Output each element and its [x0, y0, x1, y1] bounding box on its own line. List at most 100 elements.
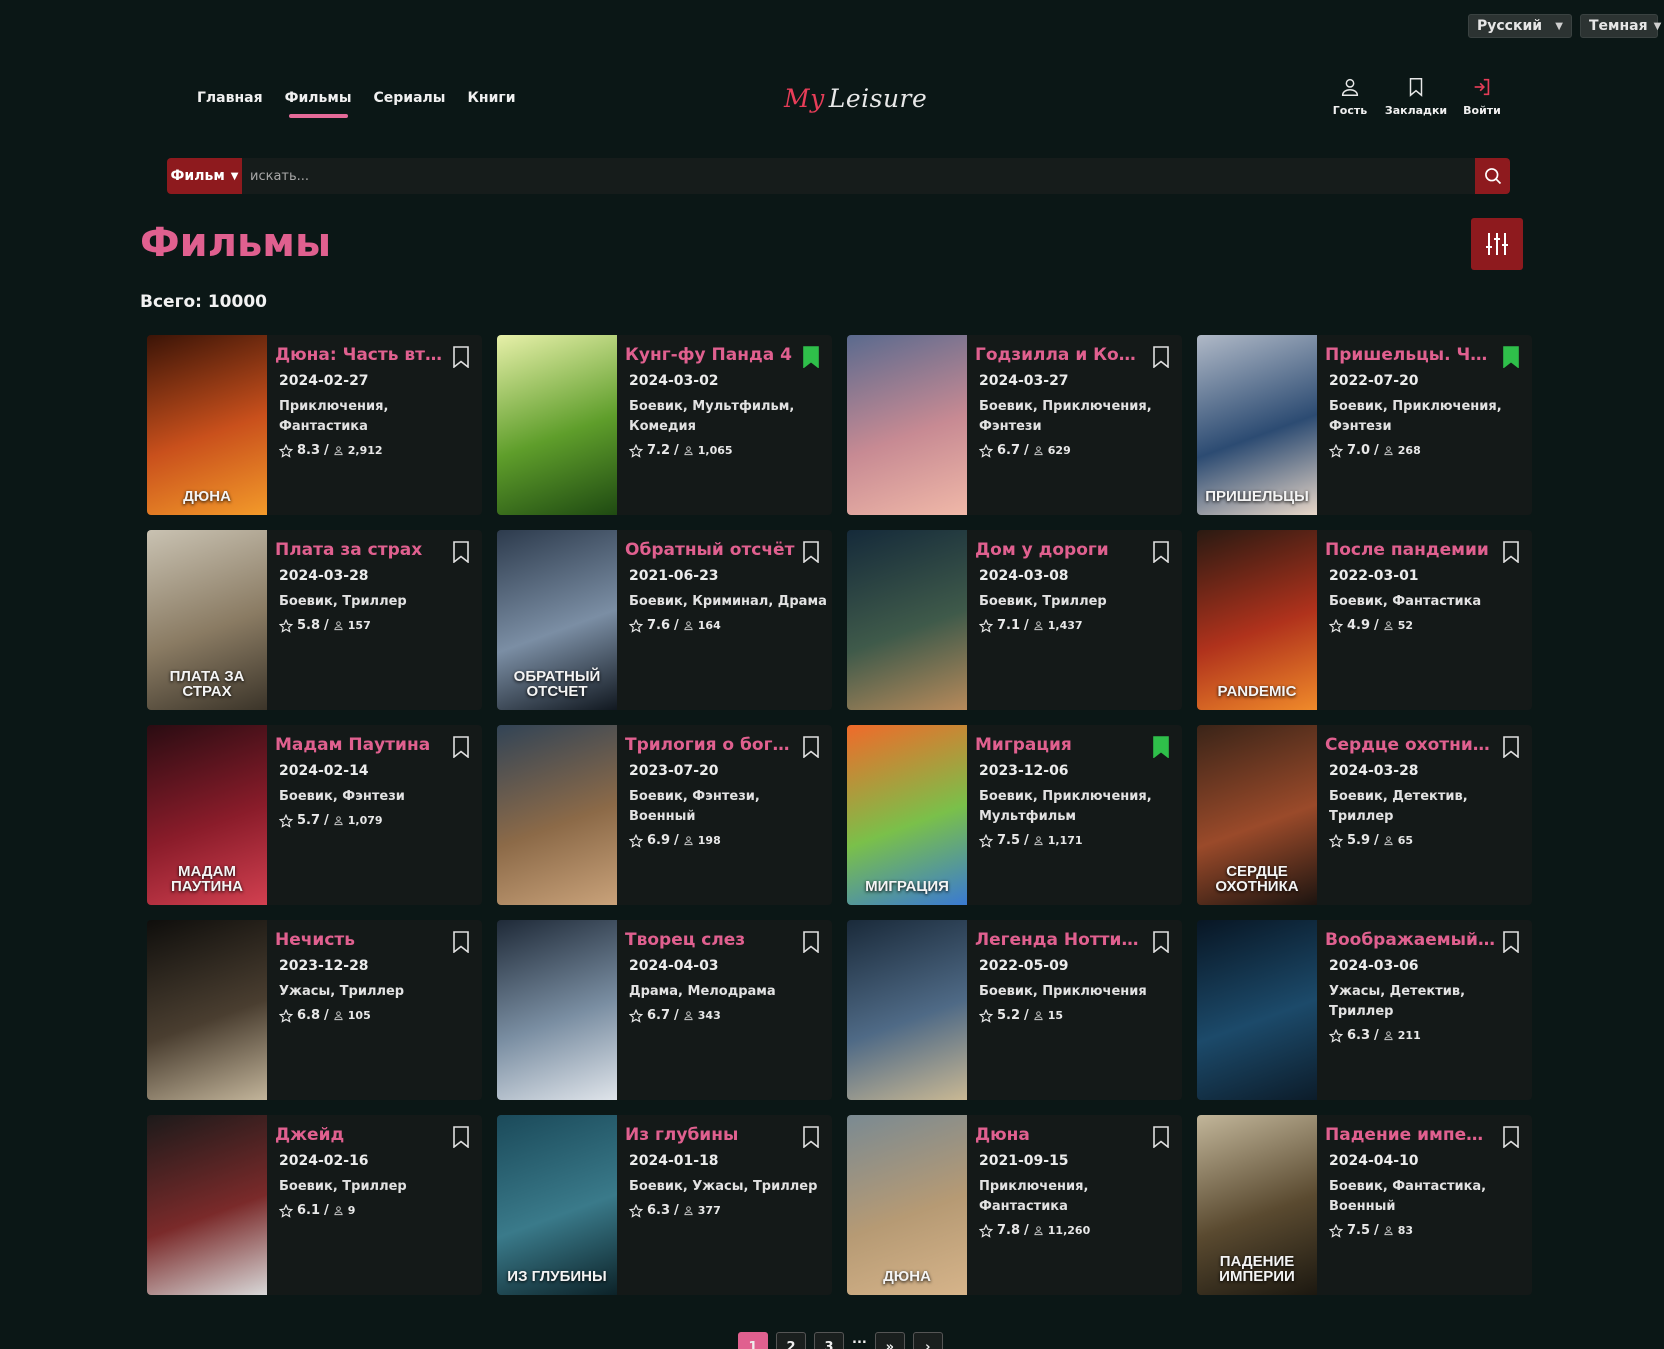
movie-title[interactable]: Пришельцы. Ча...: [1325, 345, 1495, 365]
bookmark-icon[interactable]: [1502, 541, 1520, 563]
movie-poster[interactable]: ПЛАТА ЗА СТРАХ: [147, 530, 267, 710]
movie-poster[interactable]: ПРИШЕЛЬЦЫ: [1197, 335, 1317, 515]
movie-poster[interactable]: [847, 920, 967, 1100]
movie-card[interactable]: Творец слез 2024-04-03 Драма, Мелодрама 6.7…: [497, 920, 832, 1100]
bookmark-icon[interactable]: [452, 736, 470, 758]
movie-title[interactable]: Легенда Ноттин...: [975, 930, 1145, 950]
movie-poster[interactable]: [497, 725, 617, 905]
movie-card[interactable]: Воображаемый ... 2024-03-06 Ужасы, Детекти…: [1197, 920, 1532, 1100]
movie-card[interactable]: СЕРДЦЕ ОХОТНИКА Сердце охотника 2024-03-28…: [1197, 725, 1532, 905]
movie-title[interactable]: Обратный отсчёт: [625, 540, 795, 560]
nav-books[interactable]: Книги: [467, 90, 515, 118]
movie-title[interactable]: Сердце охотника: [1325, 735, 1495, 755]
movie-poster[interactable]: [497, 335, 617, 515]
movie-card[interactable]: ПРИШЕЛЬЦЫ Пришельцы. Ча... 2022-07-20 Боеви…: [1197, 335, 1532, 515]
bookmark-icon[interactable]: [452, 931, 470, 953]
movie-card[interactable]: Трилогия о бога... 2023-07-20 Боевик, Фэнт…: [497, 725, 832, 905]
bookmark-icon[interactable]: [1502, 1126, 1520, 1148]
movie-poster[interactable]: [847, 530, 967, 710]
movie-info: Обратный отсчёт 2021-06-23 Боевик, Кримина…: [617, 530, 832, 710]
bookmark-icon[interactable]: [802, 1126, 820, 1148]
movie-title[interactable]: Годзилла и Конг...: [975, 345, 1145, 365]
bookmark-icon[interactable]: [1152, 541, 1170, 563]
movie-card[interactable]: ОБРАТНЫЙ ОТСЧЕТ Обратный отсчёт 2021-06-23…: [497, 530, 832, 710]
bookmark-icon[interactable]: [452, 346, 470, 368]
login-button[interactable]: Войти: [1460, 76, 1504, 117]
movie-poster[interactable]: ИЗ ГЛУБИНЫ: [497, 1115, 617, 1295]
movie-title[interactable]: Дюна: [975, 1125, 1145, 1145]
movie-poster[interactable]: PANDEMIC: [1197, 530, 1317, 710]
movie-card[interactable]: МИГРАЦИЯ Миграция 2023-12-06 Боевик, Приклю…: [847, 725, 1182, 905]
movie-title[interactable]: Из глубины: [625, 1125, 795, 1145]
bookmark-icon[interactable]: [1152, 1126, 1170, 1148]
movie-poster[interactable]: [1197, 920, 1317, 1100]
movie-poster[interactable]: [147, 1115, 267, 1295]
movie-title[interactable]: Плата за страх: [275, 540, 445, 560]
movie-title[interactable]: Мадам Паутина: [275, 735, 445, 755]
page-1[interactable]: 1: [738, 1332, 768, 1349]
nav-series[interactable]: Сериалы: [374, 90, 446, 118]
search-button[interactable]: [1475, 158, 1510, 194]
movie-card[interactable]: Джейд 2024-02-16 Боевик, Триллер 6.1/ 9: [147, 1115, 482, 1295]
search-input[interactable]: [242, 158, 1475, 194]
filter-button[interactable]: [1471, 218, 1523, 270]
bookmark-icon[interactable]: [452, 1126, 470, 1148]
search-type-select[interactable]: Фильм ▼: [167, 158, 242, 194]
next-page-button[interactable]: ›: [912, 1332, 943, 1349]
movie-card[interactable]: ИЗ ГЛУБИНЫ Из глубины 2024-01-18 Боевик, Уж…: [497, 1115, 832, 1295]
movie-poster[interactable]: МИГРАЦИЯ: [847, 725, 967, 905]
movie-card[interactable]: Нечисть 2023-12-28 Ужасы, Триллер 6.8/ 105: [147, 920, 482, 1100]
movie-poster[interactable]: ПАДЕНИЕ ИМПЕРИИ: [1197, 1115, 1317, 1295]
bookmark-icon[interactable]: [1502, 736, 1520, 758]
movie-card[interactable]: ПЛАТА ЗА СТРАХ Плата за страх 2024-03-28 Бо…: [147, 530, 482, 710]
page-3[interactable]: 3: [814, 1332, 844, 1349]
movie-card[interactable]: Кунг-фу Панда 4 2024-03-02 Боевик, Мультфи…: [497, 335, 832, 515]
movie-poster[interactable]: [497, 920, 617, 1100]
movie-card[interactable]: ДЮНА Дюна: Часть вто... 2024-02-27 Приключе…: [147, 335, 482, 515]
movie-poster[interactable]: ДЮНА: [147, 335, 267, 515]
movie-card[interactable]: ДЮНА Дюна 2021-09-15 Приключения, Фантастик…: [847, 1115, 1182, 1295]
movie-title[interactable]: Нечисть: [275, 930, 445, 950]
logo[interactable]: My Leisure: [784, 84, 927, 113]
movie-title[interactable]: Джейд: [275, 1125, 445, 1145]
movie-card[interactable]: Легенда Ноттин... 2022-05-09 Боевик, Прикл…: [847, 920, 1182, 1100]
movie-title[interactable]: Творец слез: [625, 930, 795, 950]
nav-movies[interactable]: Фильмы: [285, 90, 352, 118]
movie-title[interactable]: Дом у дороги: [975, 540, 1145, 560]
movie-poster[interactable]: МАДАМ ПАУТИНА: [147, 725, 267, 905]
movie-title[interactable]: Миграция: [975, 735, 1145, 755]
movie-card[interactable]: Годзилла и Конг... 2024-03-27 Боевик, Прик…: [847, 335, 1182, 515]
movie-card[interactable]: МАДАМ ПАУТИНА Мадам Паутина 2024-02-14 Боев…: [147, 725, 482, 905]
last-page-button[interactable]: »: [874, 1332, 905, 1349]
bookmark-icon[interactable]: [1502, 346, 1520, 368]
movie-poster[interactable]: ОБРАТНЫЙ ОТСЧЕТ: [497, 530, 617, 710]
movie-title[interactable]: Падение импер...: [1325, 1125, 1495, 1145]
bookmark-icon[interactable]: [1502, 931, 1520, 953]
movie-poster[interactable]: [847, 335, 967, 515]
movie-card[interactable]: Дом у дороги 2024-03-08 Боевик, Триллер 7.1…: [847, 530, 1182, 710]
movie-title[interactable]: Воображаемый ...: [1325, 930, 1495, 950]
guest-button[interactable]: Гость: [1328, 76, 1372, 117]
page-2[interactable]: 2: [776, 1332, 806, 1349]
movie-card[interactable]: PANDEMIC После пандемии 2022-03-01 Боевик, …: [1197, 530, 1532, 710]
bookmark-icon[interactable]: [452, 541, 470, 563]
movie-title[interactable]: Кунг-фу Панда 4: [625, 345, 795, 365]
bookmark-icon[interactable]: [1152, 931, 1170, 953]
bookmark-icon[interactable]: [802, 541, 820, 563]
movie-poster[interactable]: СЕРДЦЕ ОХОТНИКА: [1197, 725, 1317, 905]
movie-card[interactable]: ПАДЕНИЕ ИМПЕРИИ Падение импер... 2024-04-1…: [1197, 1115, 1532, 1295]
movie-title[interactable]: Дюна: Часть вто...: [275, 345, 445, 365]
bookmark-icon[interactable]: [802, 931, 820, 953]
bookmark-icon[interactable]: [802, 736, 820, 758]
bookmark-icon[interactable]: [1152, 346, 1170, 368]
bookmark-icon[interactable]: [1152, 736, 1170, 758]
movie-poster[interactable]: ДЮНА: [847, 1115, 967, 1295]
nav-home[interactable]: Главная: [197, 90, 263, 118]
bookmark-icon[interactable]: [802, 346, 820, 368]
movie-title[interactable]: После пандемии: [1325, 540, 1495, 560]
movie-title[interactable]: Трилогия о бога...: [625, 735, 795, 755]
bookmarks-button[interactable]: Закладки: [1385, 76, 1447, 117]
movie-poster[interactable]: [147, 920, 267, 1100]
theme-select[interactable]: Темная ▼: [1580, 14, 1661, 38]
language-select[interactable]: Русский ▼: [1468, 14, 1572, 38]
